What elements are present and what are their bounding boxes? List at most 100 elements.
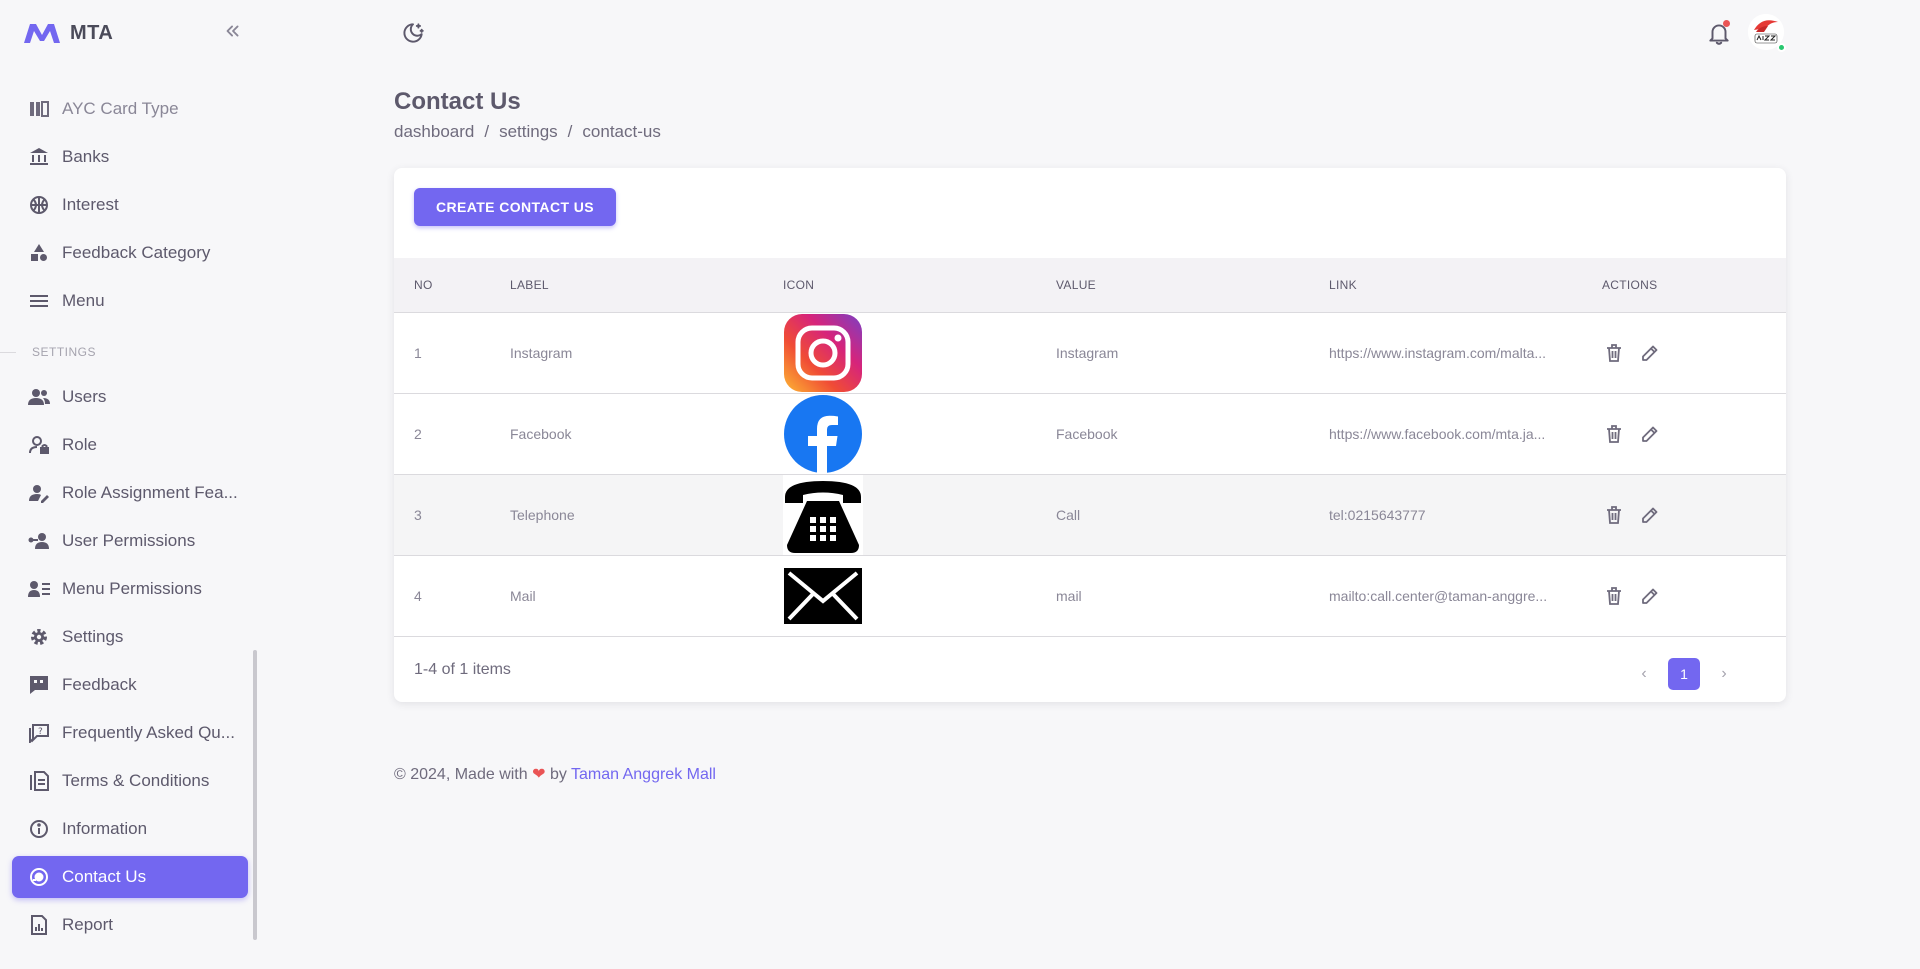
sidebar-scrollbar[interactable] <box>253 650 257 940</box>
gear-icon <box>28 626 50 648</box>
delete-icon[interactable] <box>1602 422 1626 446</box>
page-footer: © 2024, Made with ❤ by Taman Anggrek Mal… <box>394 764 716 784</box>
sidebar-item-label: Feedback <box>62 675 137 694</box>
table-row[interactable]: 4 Mail mail mailto:call.center@taman-ang… <box>394 556 1786 637</box>
cell-label: Instagram <box>510 345 573 361</box>
table-row[interactable]: 3 Telephone Call tel:0215643777 <box>394 475 1786 556</box>
edit-icon[interactable] <box>1638 584 1662 608</box>
contact-table: NO LABEL ICON VALUE LINK ACTIONS 1 Insta… <box>394 258 1786 637</box>
column-header-label[interactable]: LABEL <box>490 278 763 292</box>
sidebar-item-settings[interactable]: Settings <box>12 616 248 658</box>
breadcrumb-current: contact-us <box>582 122 661 141</box>
delete-icon[interactable] <box>1602 503 1626 527</box>
edit-icon[interactable] <box>1638 341 1662 365</box>
column-header-value[interactable]: VALUE <box>1036 278 1309 292</box>
sidebar-item-ayc-card-type[interactable]: AYC Card Type <box>12 88 248 130</box>
table-footer: 1-4 of 1 items ‹ 1 › <box>394 638 1786 702</box>
delete-icon[interactable] <box>1602 341 1626 365</box>
shapes-icon <box>28 242 50 264</box>
sidebar-item-contact-us[interactable]: Contact Us <box>12 856 248 898</box>
cell-no: 4 <box>414 588 422 604</box>
notification-badge <box>1723 20 1730 27</box>
sidebar-item-label: Role Assignment Fea... <box>62 483 238 502</box>
sidebar-item-terms[interactable]: Terms & Conditions <box>12 760 248 802</box>
cell-no: 2 <box>414 426 422 442</box>
next-page-button[interactable]: › <box>1710 660 1738 688</box>
sidebar-item-label: Report <box>62 915 114 934</box>
brand-name: MTA <box>70 21 114 44</box>
faq-icon: ? <box>28 722 50 744</box>
column-header-link[interactable]: LINK <box>1309 278 1582 292</box>
prev-page-button[interactable]: ‹ <box>1630 660 1658 688</box>
cell-link: https://www.instagram.com/malta... <box>1329 345 1547 361</box>
column-header-icon[interactable]: ICON <box>763 278 1036 292</box>
footer-by: by <box>549 766 567 783</box>
contact-us-card: CREATE CONTACT US NO LABEL ICON VALUE LI… <box>394 168 1786 702</box>
cell-icon <box>763 313 1036 393</box>
table-row[interactable]: 2 Facebook Facebook https://www.facebook… <box>394 394 1786 475</box>
sidebar-item-menu-permissions[interactable]: Menu Permissions <box>12 568 248 610</box>
cell-value: Call <box>1056 507 1081 523</box>
collapse-sidebar-icon[interactable] <box>222 20 244 42</box>
cell-icon <box>763 556 1036 636</box>
theme-toggle-moon-icon[interactable] <box>400 20 426 46</box>
page-number-button[interactable]: 1 <box>1668 658 1700 690</box>
sidebar-item-feedback[interactable]: Feedback <box>12 664 248 706</box>
edit-icon[interactable] <box>1638 503 1662 527</box>
cell-label: Mail <box>510 588 536 604</box>
sidebar-item-label: Information <box>62 819 148 838</box>
card-type-icon <box>28 98 50 120</box>
sidebar-item-label: Interest <box>62 195 119 214</box>
sidebar-item-feedback-category[interactable]: Feedback Category <box>12 232 248 274</box>
menu-section-settings: SETTINGS <box>0 328 248 376</box>
notifications-button[interactable] <box>1706 20 1732 46</box>
cell-actions <box>1582 341 1786 365</box>
column-header-actions: ACTIONS <box>1602 278 1658 292</box>
sidebar-item-label: Contact Us <box>62 867 147 886</box>
footer-company-link[interactable]: Taman Anggrek Mall <box>571 766 716 783</box>
sidebar-item-label: AYC Card Type <box>62 99 179 118</box>
sidebar-item-role[interactable]: Role <box>12 424 248 466</box>
pagination: ‹ 1 › <box>1630 658 1738 690</box>
users-icon <box>28 386 50 408</box>
brand-logo-icon <box>24 24 60 43</box>
sidebar-item-label: Settings <box>62 627 124 646</box>
user-avatar[interactable] <box>1748 14 1786 52</box>
column-header-no[interactable]: NO <box>394 278 490 292</box>
create-contact-us-button[interactable]: CREATE CONTACT US <box>414 188 616 226</box>
sidebar-item-user-permissions[interactable]: User Permissions <box>12 520 248 562</box>
sidebar-item-role-assignment[interactable]: Role Assignment Fea... <box>12 472 248 514</box>
quote-icon <box>28 674 50 696</box>
menu-icon <box>28 290 50 312</box>
table-header: NO LABEL ICON VALUE LINK ACTIONS <box>394 258 1786 313</box>
cell-link: mailto:call.center@taman-anggre... <box>1329 588 1548 604</box>
sidebar-item-interest[interactable]: Interest <box>12 184 248 226</box>
mail-icon <box>783 556 863 636</box>
cell-no: 3 <box>414 507 422 523</box>
telephone-icon <box>783 475 863 555</box>
user-key-icon <box>28 530 50 552</box>
delete-icon[interactable] <box>1602 584 1626 608</box>
sidebar-item-information[interactable]: Information <box>12 808 248 850</box>
sidebar-item-label: Users <box>62 387 107 406</box>
sidebar-item-banks[interactable]: Banks <box>12 136 248 178</box>
svg-text:?: ? <box>38 727 43 737</box>
support-icon <box>28 866 50 888</box>
cell-actions <box>1582 422 1786 446</box>
items-count: 1-4 of 1 items <box>414 661 511 678</box>
cell-link: https://www.facebook.com/mta.ja... <box>1329 426 1546 442</box>
breadcrumb-settings[interactable]: settings <box>499 122 558 142</box>
sidebar-item-menu[interactable]: Menu <box>12 280 248 322</box>
cell-actions <box>1582 584 1786 608</box>
footer-copyright: © 2024, Made with <box>394 766 528 783</box>
brand[interactable]: MTA <box>22 16 113 50</box>
cell-no: 1 <box>414 345 422 361</box>
page-title: Contact Us <box>394 88 521 115</box>
edit-icon[interactable] <box>1638 422 1662 446</box>
sidebar: MTA AYC Card Type Banks Interest Feedbac… <box>0 0 260 969</box>
breadcrumb-dashboard[interactable]: dashboard <box>394 122 474 142</box>
sidebar-item-faq[interactable]: ? Frequently Asked Qu... <box>12 712 248 754</box>
sidebar-item-users[interactable]: Users <box>12 376 248 418</box>
sidebar-item-report[interactable]: Report <box>12 904 248 946</box>
table-row[interactable]: 1 Instagram Instagram https://www.instag… <box>394 313 1786 394</box>
